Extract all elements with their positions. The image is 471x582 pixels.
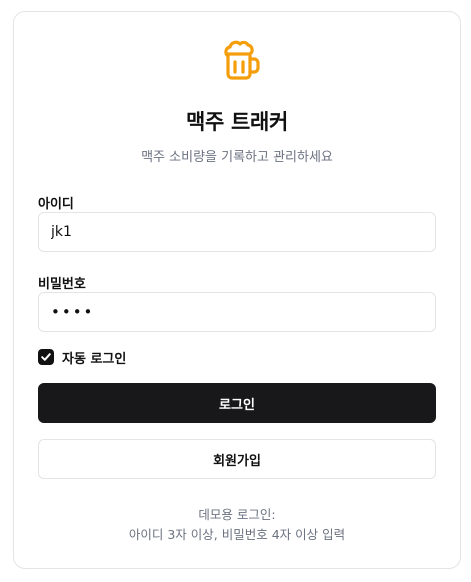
remember-me-toggle[interactable]: 자동 로그인 [38, 348, 127, 367]
demo-hint-heading: 데모용 로그인: [198, 507, 276, 522]
username-label: 아이디 [38, 197, 74, 212]
beer-mug-icon [219, 38, 263, 82]
password-label: 비밀번호 [38, 277, 86, 292]
login-card: 맥주 트래커 맥주 소비량을 기록하고 관리하세요 아이디 비밀번호 자동 로그… [13, 11, 461, 569]
remember-me-label: 자동 로그인 [62, 351, 127, 367]
demo-hint-rule: 아이디 3자 이상, 비밀번호 4자 이상 입력 [128, 527, 346, 542]
signup-button[interactable]: 회원가입 [38, 439, 436, 479]
page-subtitle: 맥주 소비량을 기록하고 관리하세요 [141, 150, 333, 165]
checkmark-icon [41, 353, 51, 361]
username-input[interactable] [38, 212, 436, 252]
remember-me-checkbox[interactable] [38, 349, 54, 365]
password-input[interactable] [38, 292, 436, 332]
page-title: 맥주 트래커 [185, 110, 289, 134]
login-button[interactable]: 로그인 [38, 383, 436, 423]
